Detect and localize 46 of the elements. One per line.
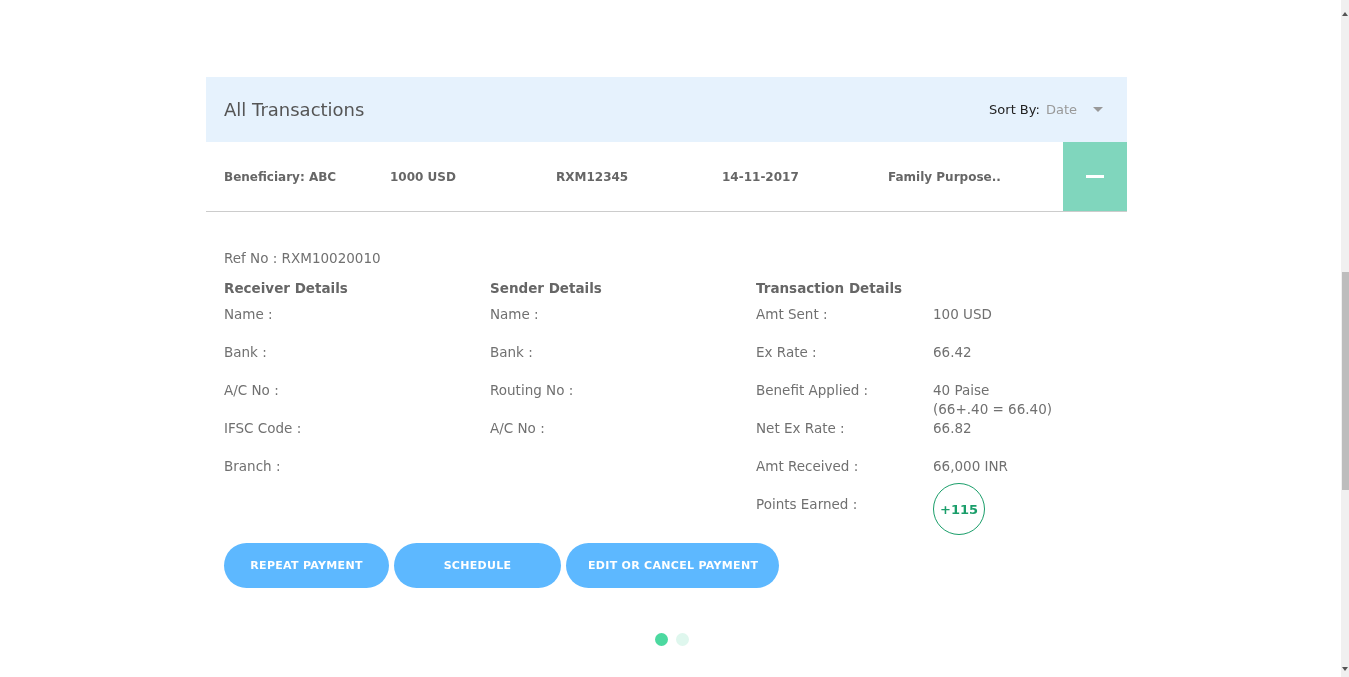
scroll-down-icon xyxy=(1342,667,1348,671)
field-label: Points Earned : xyxy=(756,496,859,514)
scrollbar[interactable] xyxy=(1341,0,1349,677)
sort-label: Sort By: xyxy=(989,102,1040,117)
field-label: A/C No : xyxy=(224,382,280,400)
field-label: Name : xyxy=(224,306,274,324)
field-label: Ex Rate : xyxy=(756,344,818,362)
scroll-up-icon xyxy=(1342,12,1348,16)
action-button[interactable]: SCHEDULE xyxy=(394,543,561,588)
reference-number: Ref No : RXM10020010 xyxy=(224,250,382,266)
field-label: Name : xyxy=(490,306,540,324)
field-label: Bank : xyxy=(224,344,268,362)
field-value: 66,000 INR xyxy=(933,458,1008,474)
table-cell-text: Beneficiary: ABC xyxy=(224,169,338,184)
field-value: 66.42 xyxy=(933,344,972,360)
field-label: A/C No : xyxy=(490,420,546,438)
minus-icon xyxy=(1086,175,1104,178)
pager-dot[interactable] xyxy=(654,633,668,646)
action-button[interactable]: REPEAT PAYMENT xyxy=(224,543,389,588)
field-label: Amt Sent : xyxy=(756,306,829,324)
field-label: Amt Received : xyxy=(756,458,860,476)
field-label: Net Ex Rate : xyxy=(756,420,846,438)
field-value: 66.82 xyxy=(933,420,972,436)
field-label: Branch : xyxy=(224,458,282,476)
transaction-row[interactable]: Beneficiary: ABC 1000 USD RXM12345 14-11-2017 Family Purpose.. xyxy=(206,142,1127,212)
sort-dropdown[interactable]: Date xyxy=(1045,102,1103,117)
field-label: Benefit Applied : xyxy=(756,382,870,400)
page-title: All Transactions xyxy=(224,99,366,120)
action-button[interactable]: EDIT OR CANCEL PAYMENT xyxy=(566,543,779,588)
table-cell-text: RXM12345 xyxy=(556,169,630,184)
caret-icon xyxy=(1093,107,1103,112)
scrollbar-thumb[interactable] xyxy=(1341,272,1349,490)
field-label: Routing No : xyxy=(490,382,575,400)
field-label: Bank : xyxy=(490,344,534,362)
field-value: (66+.40 = 66.40) xyxy=(933,401,1053,417)
field-value: 40 Paise xyxy=(933,382,991,398)
table-cell-text: 1000 USD xyxy=(390,169,457,184)
section-heading: Transaction Details xyxy=(756,280,904,296)
table-cell-text: 14-11-2017 xyxy=(722,169,800,184)
table-cell-text: Family Purpose.. xyxy=(888,169,1002,184)
field-value: 100 USD xyxy=(933,306,992,322)
section-heading: Receiver Details xyxy=(224,280,349,296)
collapse-button[interactable] xyxy=(1063,142,1127,211)
field-label: IFSC Code : xyxy=(224,420,303,438)
section-heading: Sender Details xyxy=(490,280,603,296)
pager-dot[interactable] xyxy=(675,633,689,646)
